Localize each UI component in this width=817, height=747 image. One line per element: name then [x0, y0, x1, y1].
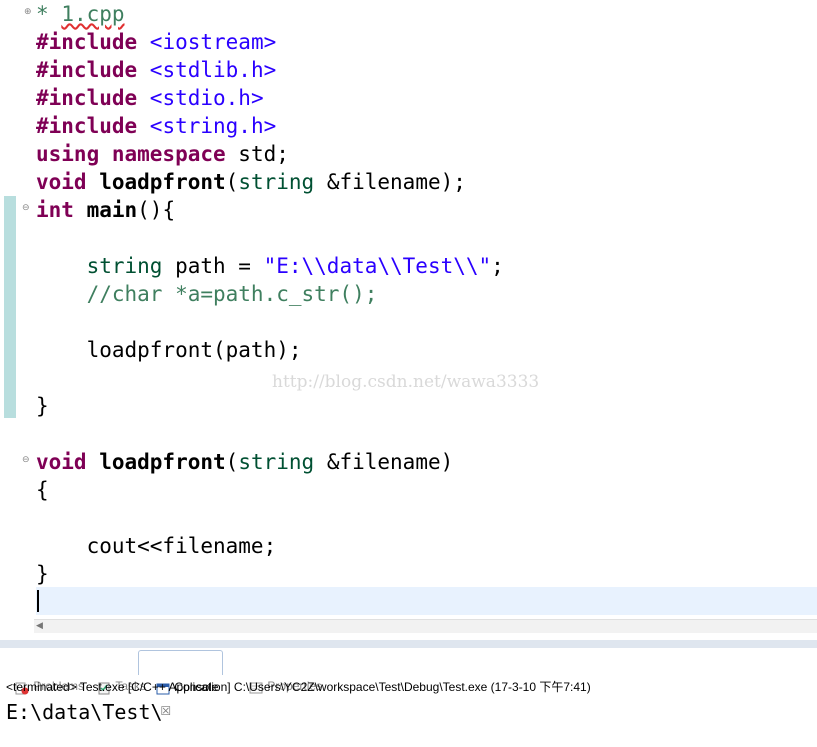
code-line: #include <string.h> — [36, 114, 277, 138]
code-line: //char *a=path.c_str(); — [36, 282, 378, 306]
code-line: void loadpfront(string &filename); — [36, 170, 466, 194]
code-line: } — [36, 562, 49, 586]
text-caret — [37, 590, 39, 612]
tab-tasks[interactable]: Tasks — [84, 650, 146, 695]
tab-problems[interactable]: Problems — [2, 650, 84, 695]
code-line: #include <stdlib.h> — [36, 58, 277, 82]
scroll-left-icon[interactable]: ◀ — [36, 620, 43, 633]
code-editor[interactable]: ⊕ * 1.cpp #include <iostream> #include <… — [0, 0, 817, 620]
code-line: int main(){ — [36, 198, 176, 222]
console-status: <terminated> Test.exe [C/C++ Application… — [6, 680, 591, 694]
tab-properties[interactable]: Properties — [236, 650, 322, 694]
code-line: #include <iostream> — [36, 30, 277, 54]
code-line: loadpfront(path); — [36, 338, 302, 362]
code-line: cout<<filename; — [36, 534, 277, 558]
view-tabs: Problems Tasks Console ☒ Properties — [0, 648, 817, 718]
panel-separator[interactable] — [0, 640, 817, 648]
code-line: using namespace std; — [36, 142, 289, 166]
code-line: { — [36, 478, 49, 502]
collapse-icon[interactable]: ⊖ — [22, 204, 31, 213]
console-output[interactable]: E:\data\Test\ — [6, 700, 163, 724]
collapse-icon[interactable]: ⊖ — [22, 456, 31, 465]
code-line: void loadpfront(string &filename) — [36, 450, 454, 474]
code-line: #include <stdio.h> — [36, 86, 264, 110]
current-line-highlight — [36, 587, 817, 615]
tab-console[interactable]: Console ☒ — [138, 650, 224, 718]
code-line: } — [36, 394, 49, 418]
horizontal-scrollbar[interactable]: ◀ — [34, 619, 817, 633]
change-ruler — [4, 196, 16, 418]
code-line: string path = "E:\\data\\Test\\"; — [36, 254, 504, 278]
editor-title: * 1.cpp — [36, 2, 125, 26]
expand-icon[interactable]: ⊕ — [24, 8, 33, 17]
watermark: http://blog.csdn.net/wawa3333 — [272, 372, 540, 392]
